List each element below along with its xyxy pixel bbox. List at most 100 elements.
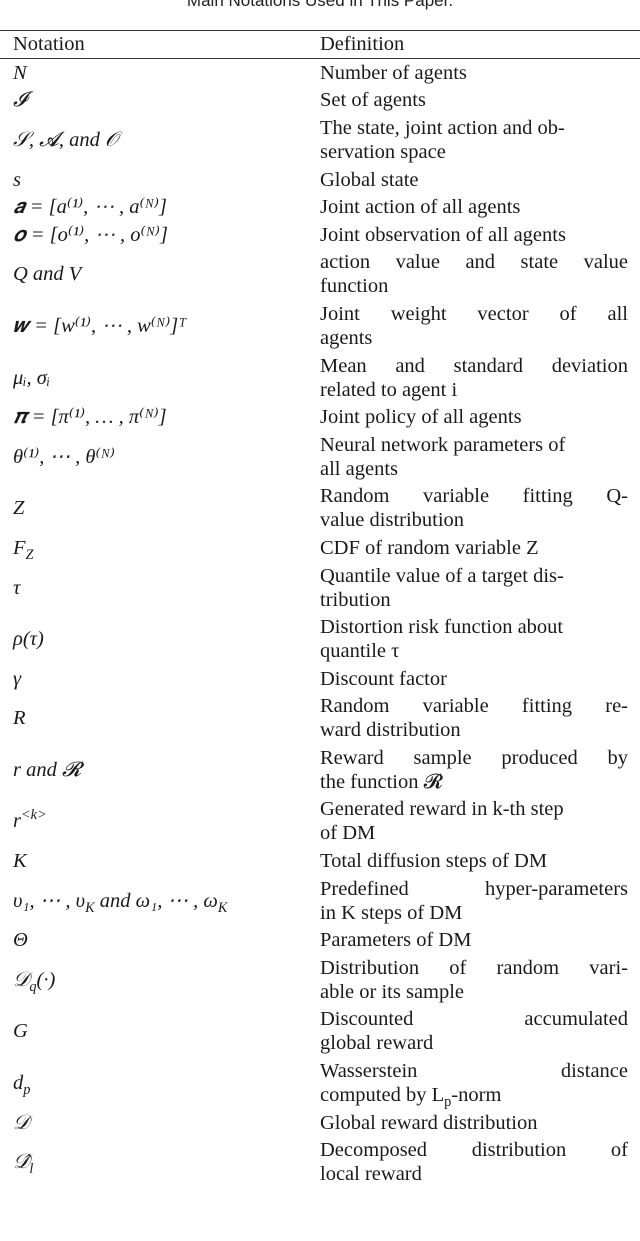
definition-line: Generated reward in k-th step (320, 798, 564, 821)
notation-table: Notation Definition N Number of agents 𝓘 Se… (0, 31, 640, 1188)
notation-cell: 𝝅 = [π⁽¹⁾, … , π⁽ᴺ⁾] (13, 406, 167, 429)
definition-line: Parameters of DM (320, 929, 472, 952)
definition-line: local reward (320, 1163, 422, 1186)
definition-line: Neural network parameters of (320, 433, 566, 456)
definition-line: Discounted accumulated (320, 1008, 628, 1031)
definition-line: Total diffusion steps of DM (320, 850, 548, 873)
definition-cell: Number of agents (320, 59, 640, 87)
notation-cell: υ₁, ⋯ , υK and ω₁, ⋯ , ωK (13, 889, 228, 916)
definition-cell: action value and state value function (320, 249, 640, 301)
notation-cell: 𝒐 = [o⁽¹⁾, ⋯ , o⁽ᴺ⁾] (13, 223, 168, 246)
table-row: 𝒟̂l Decomposed distribution of local rewar… (0, 1136, 640, 1188)
definition-line: computed by Lp-norm (320, 1084, 502, 1111)
definition-cell: Random variable fitting Q-value distribu… (320, 483, 640, 535)
notation-cell: 𝒮, 𝓐, and 𝒪 (13, 128, 118, 151)
definition-line: Joint action of all agents (320, 196, 521, 219)
header-definition: Definition (320, 31, 640, 59)
table-row: N Number of agents (0, 59, 640, 87)
notation-cell: 𝒟 (13, 1111, 30, 1134)
definition-line: Discount factor (320, 667, 447, 690)
definition-line: Wasserstein distance (320, 1060, 628, 1083)
definition-line: Random variable fitting Q- (320, 485, 628, 508)
definition-cell: Global reward distribution (320, 1109, 640, 1137)
table-row: Θ Parameters of DM (0, 926, 640, 954)
table-row: 𝒂 = [a⁽¹⁾, ⋯ , a⁽ᴺ⁾] Joint action of all … (0, 193, 640, 221)
definition-line: quantile τ (320, 640, 400, 663)
definition-line: able or its sample (320, 980, 465, 1003)
table-caption: Main Notations Used in This Paper. (186, 0, 454, 10)
definition-line: Number of agents (320, 61, 467, 84)
notation-cell: FZ (13, 536, 34, 564)
definition-cell: Distortion risk function about quantile τ (320, 613, 640, 665)
table-row: τ Quantile value of a target dis-tributio… (0, 562, 640, 614)
definition-cell: Discounted accumulated global reward (320, 1006, 640, 1058)
definition-cell: Global state (320, 166, 640, 194)
notation-cell: 𝒟̂l (13, 1151, 34, 1178)
notation-cell: ρ(τ) (13, 628, 44, 651)
table-row: K Total diffusion steps of DM (0, 847, 640, 875)
notation-cell: dp (13, 1072, 31, 1099)
table-row: υ₁, ⋯ , υK and ω₁, ⋯ , ωK Predefined hype… (0, 875, 640, 927)
definition-cell: Discount factor (320, 665, 640, 693)
table-row: 𝝅 = [π⁽¹⁾, … , π⁽ᴺ⁾] Joint policy of all … (0, 403, 640, 431)
table-row: ρ(τ) Distortion risk function about quanti… (0, 613, 640, 665)
notation-cell: Z (13, 497, 25, 520)
table-row: 𝒘 = [w⁽¹⁾, ⋯ , w⁽ᴺ⁾]ᵀ Joint weight vector… (0, 300, 640, 352)
table-row: FZ CDF of random variable Z (0, 534, 640, 562)
definition-cell: Joint weight vector of all agents (320, 300, 640, 352)
definition-line: Predefined hyper-parameters (320, 877, 628, 900)
notation-cell: r and 𝓡 (13, 758, 82, 781)
notation-cell: 𝒂 = [a⁽¹⁾, ⋯ , a⁽ᴺ⁾] (13, 196, 167, 219)
notation-cell: τ (13, 576, 21, 599)
definition-line: of DM (320, 822, 376, 845)
definition-line: Reward sample produced by (320, 746, 628, 769)
notation-cell: 𝓘 (13, 89, 27, 112)
definition-line: Joint weight vector of all (320, 302, 628, 325)
definition-cell: Reward sample produced by the function 𝓡 (320, 744, 640, 796)
definition-line: Joint policy of all agents (320, 406, 522, 429)
header-notation: Notation (0, 31, 320, 59)
notation-cell: Q and V (13, 263, 82, 286)
table-row: 𝒮, 𝓐, and 𝒪 The state, joint action and o… (0, 114, 640, 166)
notation-cell: r<k> (13, 807, 47, 833)
definition-cell: Set of agents (320, 87, 640, 115)
notation-cell: γ (13, 667, 22, 690)
table-row: θ⁽¹⁾, ⋯ , θ⁽ᴺ⁾ Neural network parameters … (0, 431, 640, 483)
definition-line: Distortion risk function about (320, 616, 564, 639)
notation-cell: θ⁽¹⁾, ⋯ , θ⁽ᴺ⁾ (13, 445, 115, 468)
table-row: s Global state (0, 166, 640, 194)
notation-cell: K (13, 850, 27, 873)
definition-line: Global reward distribution (320, 1111, 538, 1134)
definition-cell: Random variable fitting re-ward distribu… (320, 693, 640, 745)
table-row: dp Wasserstein distance computed by Lp-nor… (0, 1057, 640, 1109)
table-row: 𝓘 Set of agents (0, 87, 640, 115)
definition-cell: CDF of random variable Z (320, 534, 640, 562)
definition-line: Decomposed distribution of (320, 1139, 628, 1162)
definition-line: Joint observation of all agents (320, 223, 566, 246)
notation-cell: G (13, 1020, 28, 1043)
notation-cell: 𝒟q(·) (13, 968, 56, 995)
definition-line: Random variable fitting re- (320, 695, 628, 718)
definition-cell: Predefined hyper-parameters in K steps of… (320, 875, 640, 927)
notation-cell: 𝒘 = [w⁽¹⁾, ⋯ , w⁽ᴺ⁾]ᵀ (13, 314, 187, 337)
notation-cell: R (13, 707, 26, 730)
definition-cell: Joint action of all agents (320, 193, 640, 221)
definition-line: servation space (320, 140, 446, 163)
definition-line: in K steps of DM (320, 901, 463, 924)
definition-line: Global state (320, 168, 419, 191)
definition-line: tribution (320, 588, 391, 611)
definition-line: Distribution of random vari- (320, 956, 628, 979)
notation-cell: N (13, 61, 27, 84)
table-row: r<k> Generated reward in k-th step of DM (0, 796, 640, 848)
definition-line: function (320, 275, 389, 298)
definition-cell: Neural network parameters of all agents (320, 431, 640, 483)
notation-cell: Θ (13, 929, 28, 952)
table-row: μᵢ, σᵢ Mean and standard deviation related… (0, 352, 640, 404)
definition-cell: Distribution of random vari-able or its … (320, 954, 640, 1006)
table-row: γ Discount factor (0, 665, 640, 693)
table-row: G Discounted accumulated global reward (0, 1006, 640, 1058)
definition-cell: Wasserstein distance computed by Lp-norm (320, 1057, 640, 1109)
table-row: 𝒐 = [o⁽¹⁾, ⋯ , o⁽ᴺ⁾] Joint observation of… (0, 221, 640, 249)
table-row: R Random variable fitting re-ward distrib… (0, 693, 640, 745)
table-header-row: Notation Definition (0, 31, 640, 59)
